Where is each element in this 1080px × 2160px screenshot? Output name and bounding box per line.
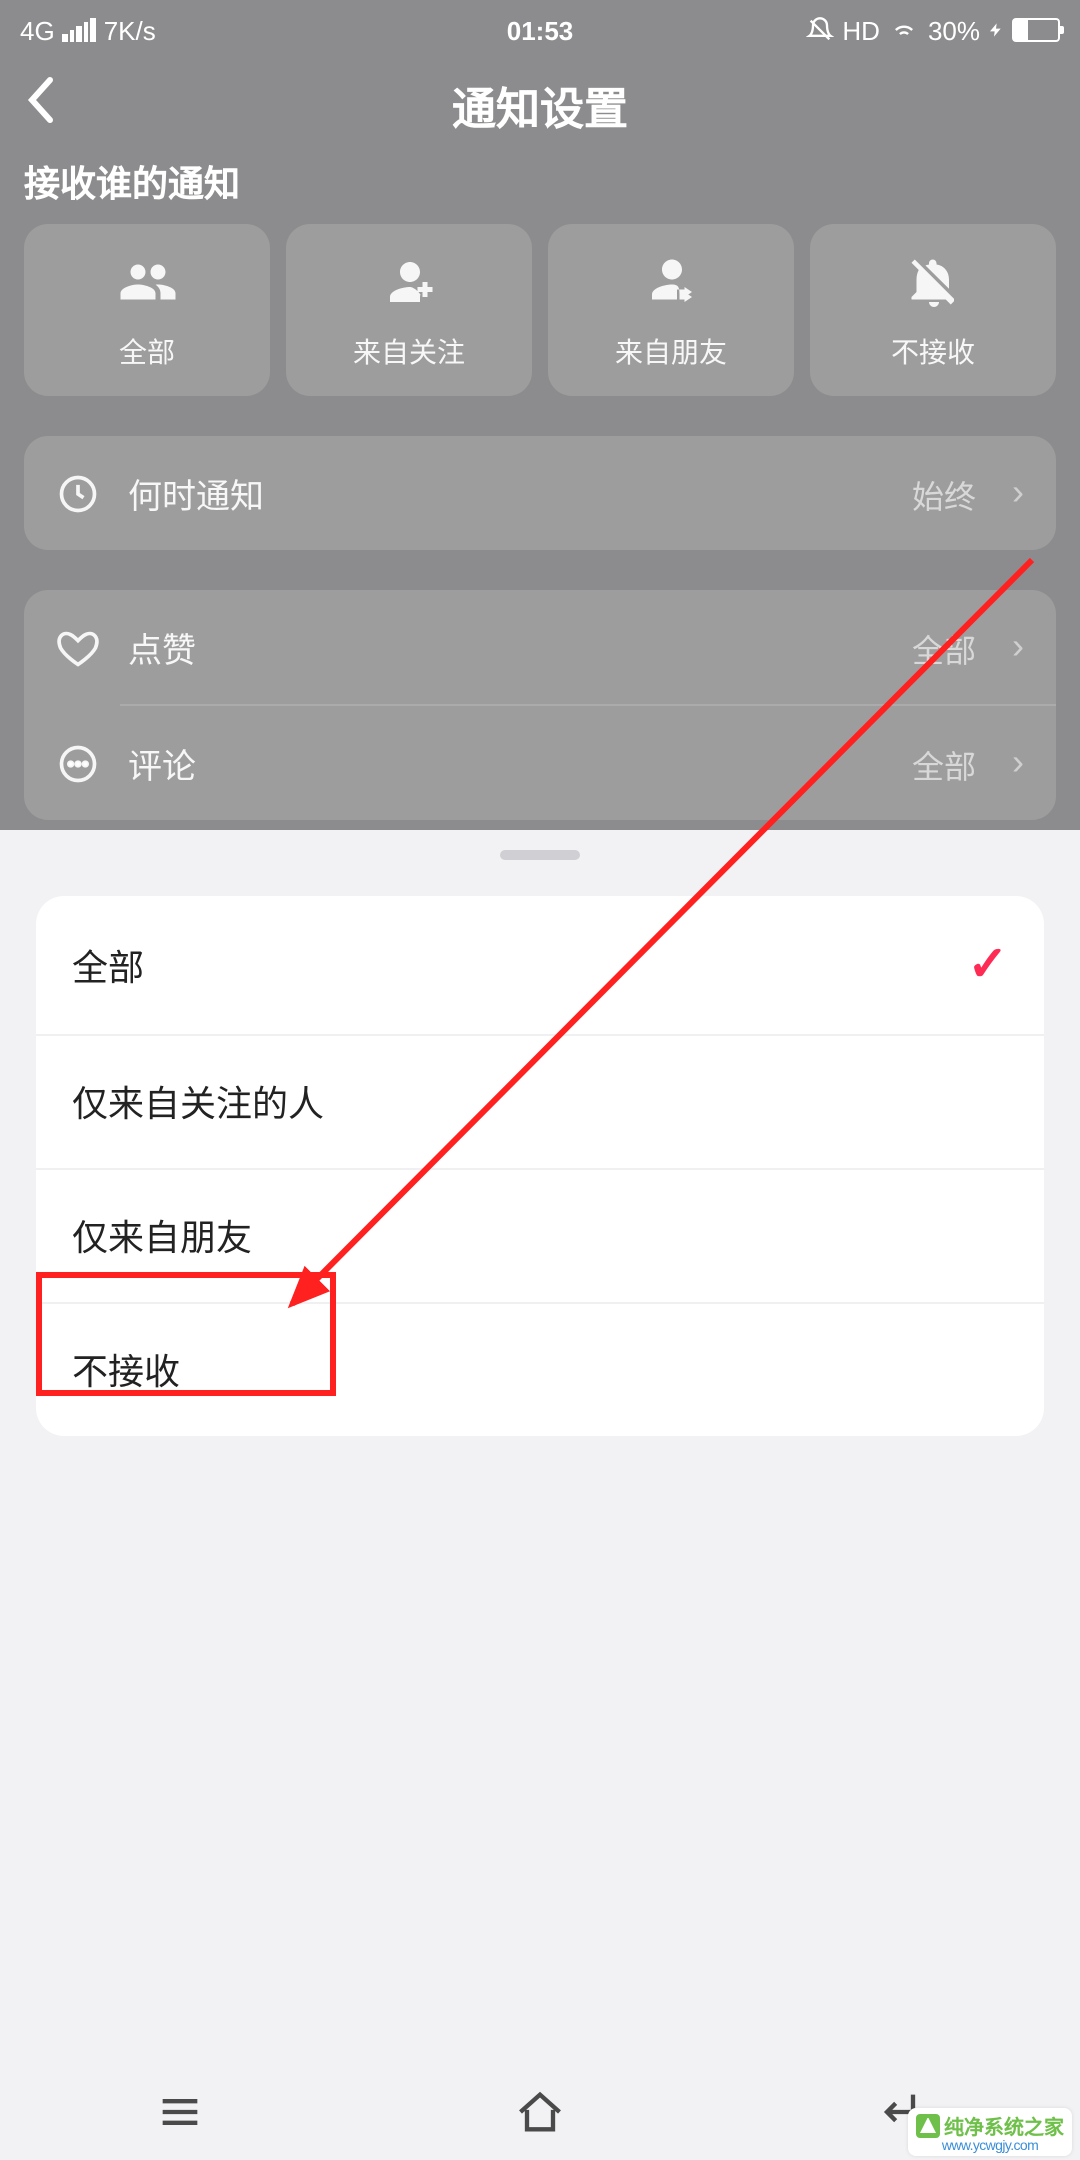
row-label: 点赞: [128, 622, 884, 672]
nav-menu-button[interactable]: [154, 2086, 206, 2138]
sheet-option-following[interactable]: 仅来自关注的人: [36, 1034, 1044, 1168]
people-icon: [117, 252, 177, 312]
clock: 01:53: [507, 15, 574, 45]
option-label: 不接收: [891, 332, 975, 372]
when-card: 何时通知 始终 ›: [24, 436, 1056, 550]
watermark-icon: [916, 2113, 940, 2137]
sheet-option-all[interactable]: 全部 ✓: [36, 896, 1044, 1034]
person-swap-icon: [641, 252, 701, 312]
comment-icon: [56, 741, 100, 785]
chevron-right-icon: ›: [1012, 472, 1024, 514]
row-when-notify[interactable]: 何时通知 始终 ›: [24, 436, 1056, 550]
notification-source-options: 全部 来自关注 来自朋友 不接收: [0, 224, 1080, 436]
page-title: 通知设置: [452, 74, 628, 138]
option-label: 全部: [119, 332, 175, 372]
page-header: 通知设置: [0, 60, 1080, 152]
person-add-icon: [379, 252, 439, 312]
option-all[interactable]: 全部: [24, 224, 270, 396]
action-sheet: 全部 ✓ 仅来自关注的人 仅来自朋友 不接收: [0, 830, 1080, 2160]
sheet-options: 全部 ✓ 仅来自关注的人 仅来自朋友 不接收: [36, 896, 1044, 1436]
network-label: 4G: [20, 15, 55, 45]
row-value: 始终: [912, 469, 976, 517]
sheet-option-friends[interactable]: 仅来自朋友: [36, 1168, 1044, 1302]
hd-label: HD: [842, 15, 880, 45]
sheet-option-label: 全部: [72, 939, 144, 991]
sheet-handle[interactable]: [500, 850, 580, 860]
check-icon: ✓: [968, 936, 1008, 994]
chevron-right-icon: ›: [1012, 742, 1024, 784]
sheet-option-label: 仅来自关注的人: [72, 1076, 324, 1128]
watermark-url: www.ycwgjy.com: [942, 2140, 1038, 2154]
section-title: 接收谁的通知: [0, 152, 1080, 224]
row-comment[interactable]: 评论 全部 ›: [24, 706, 1056, 820]
battery-icon: [1012, 18, 1060, 42]
option-following[interactable]: 来自关注: [286, 224, 532, 396]
mute-icon: [806, 16, 834, 44]
sheet-option-none[interactable]: 不接收: [36, 1302, 1044, 1436]
row-value: 全部: [912, 623, 976, 671]
signal-icon: [63, 18, 96, 42]
watermark-brand: 纯净系统之家: [944, 2110, 1064, 2140]
interactions-card: 点赞 全部 › 评论 全部 ›: [24, 590, 1056, 820]
row-label: 评论: [128, 738, 884, 788]
nav-home-button[interactable]: [514, 2086, 566, 2138]
heart-icon: [56, 625, 100, 669]
option-friends[interactable]: 来自朋友: [548, 224, 794, 396]
wifi-icon: [888, 16, 920, 44]
clock-icon: [56, 471, 100, 515]
speed-label: 7K/s: [104, 15, 156, 45]
row-label: 何时通知: [128, 468, 884, 518]
bell-off-icon: [903, 252, 963, 312]
sheet-option-label: 仅来自朋友: [72, 1210, 252, 1262]
option-label: 来自朋友: [615, 332, 727, 372]
option-label: 来自关注: [353, 332, 465, 372]
status-bar: 4G 7K/s 01:53 HD 30%: [0, 0, 1080, 60]
back-button[interactable]: [24, 73, 56, 139]
row-value: 全部: [912, 739, 976, 787]
option-none[interactable]: 不接收: [810, 224, 1056, 396]
row-like[interactable]: 点赞 全部 ›: [24, 590, 1056, 704]
chevron-right-icon: ›: [1012, 626, 1024, 668]
sheet-option-label: 不接收: [72, 1344, 180, 1396]
charging-icon: [988, 18, 1004, 42]
watermark: 纯净系统之家 www.ycwgjy.com: [908, 2108, 1072, 2156]
battery-percent: 30%: [928, 15, 980, 45]
